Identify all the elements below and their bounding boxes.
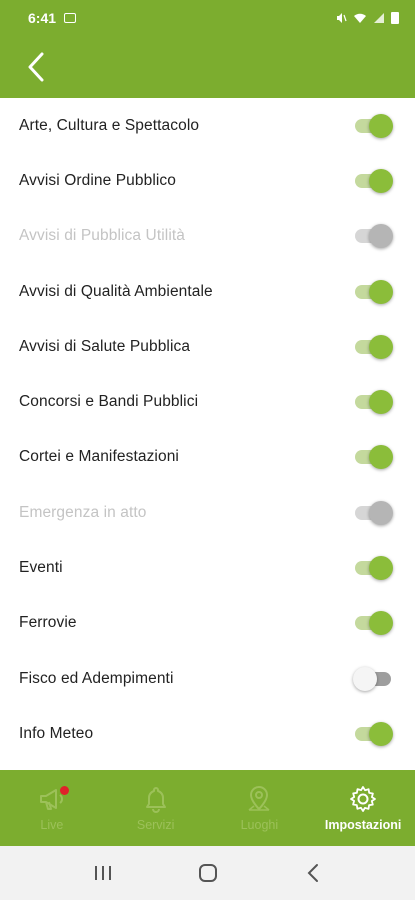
toggle-thumb [369,334,393,359]
toggle-thumb [353,666,377,691]
setting-label: Ferrovie [19,614,77,632]
setting-label: Concorsi e Bandi Pubblici [19,393,199,411]
tab-label: Luoghi [240,818,279,832]
setting-toggle [353,222,393,250]
setting-row[interactable]: Cortei e Manifestazioni [0,430,415,485]
setting-toggle[interactable] [353,388,393,416]
tab-label: Servizi [136,818,175,832]
toggle-thumb [369,113,393,138]
toggle-thumb [369,390,393,415]
setting-row[interactable]: Eventi [0,540,415,595]
setting-label: Fisco ed Adempimenti [19,669,174,687]
bell-icon [145,787,166,813]
setting-label: Cortei e Manifestazioni [19,448,179,466]
setting-label: Info Meteo [19,724,94,742]
gear-icon [350,786,377,812]
tab-luoghi[interactable]: Luoghi [208,770,312,846]
battery-icon [391,12,399,24]
toggle-thumb [369,224,393,249]
chevron-left-icon [28,52,44,82]
back-button[interactable] [20,47,52,87]
setting-row: Avvisi di Pubblica Utilità [0,209,415,264]
setting-label: Avvisi di Salute Pubblica [19,337,191,355]
setting-toggle[interactable] [353,278,393,306]
back-nav-button[interactable] [293,853,333,893]
notification-badge [60,786,69,795]
setting-toggle [353,499,393,527]
setting-row[interactable]: Avvisi di Qualità Ambientale [0,264,415,319]
setting-row[interactable]: Avvisi di Salute Pubblica [0,319,415,374]
tab-impostazioni[interactable]: Impostazioni [311,770,415,846]
map-pin-icon [248,785,270,811]
setting-row[interactable]: Info Meteo [0,706,415,761]
toggle-thumb [369,445,393,470]
toggle-thumb [369,500,393,525]
status-icons [335,12,399,24]
mute-icon [337,13,347,23]
tab-label: Impostazioni [324,818,402,832]
setting-label: Avvisi di Pubblica Utilità [19,227,185,245]
setting-row[interactable]: Ferrovie [0,596,415,651]
toggle-thumb [369,168,393,193]
tab-label: Live [40,818,64,832]
setting-label: Emergenza in atto [19,503,147,521]
notification-icon [64,13,77,23]
setting-toggle[interactable] [353,167,393,195]
setting-toggle[interactable] [353,665,393,693]
setting-row[interactable]: Fisco ed Adempimenti [0,651,415,706]
toggle-thumb [369,611,393,636]
tab-servizi[interactable]: Servizi [104,770,208,846]
recents-icon [94,866,111,880]
toggle-thumb [369,721,393,746]
setting-row[interactable]: Concorsi e Bandi Pubblici [0,374,415,429]
status-bar: 6:41 [0,0,415,36]
back-icon [307,864,318,882]
setting-toggle[interactable] [353,333,393,361]
signal-icon [374,13,384,23]
tab-live[interactable]: Live [0,770,104,846]
setting-toggle[interactable] [353,112,393,140]
toggle-thumb [369,556,393,581]
setting-toggle[interactable] [353,554,393,582]
status-time: 6:41 [28,10,57,26]
setting-row[interactable]: Avvisi Ordine Pubblico [0,153,415,208]
settings-list: Arte, Cultura e Spettacolo Avvisi Ordine … [0,98,415,770]
setting-label: Avvisi Ordine Pubblico [19,171,176,189]
setting-row: Emergenza in atto [0,485,415,540]
wifi-icon [354,13,366,23]
setting-label: Eventi [19,559,63,577]
setting-toggle[interactable] [353,443,393,471]
setting-label: Avvisi di Qualità Ambientale [19,282,213,300]
home-icon [198,864,217,882]
bottom-tab-bar: Live Servizi Luoghi Impostazioni [0,770,415,846]
setting-row[interactable]: Arte, Cultura e Spettacolo [0,98,415,153]
system-nav-bar [0,846,415,900]
setting-toggle[interactable] [353,720,393,748]
home-button[interactable] [188,853,228,893]
recents-button[interactable] [83,853,123,893]
toggle-thumb [369,279,393,304]
setting-label: Arte, Cultura e Spettacolo [19,116,200,134]
app-bar [0,36,415,98]
setting-toggle[interactable] [353,609,393,637]
